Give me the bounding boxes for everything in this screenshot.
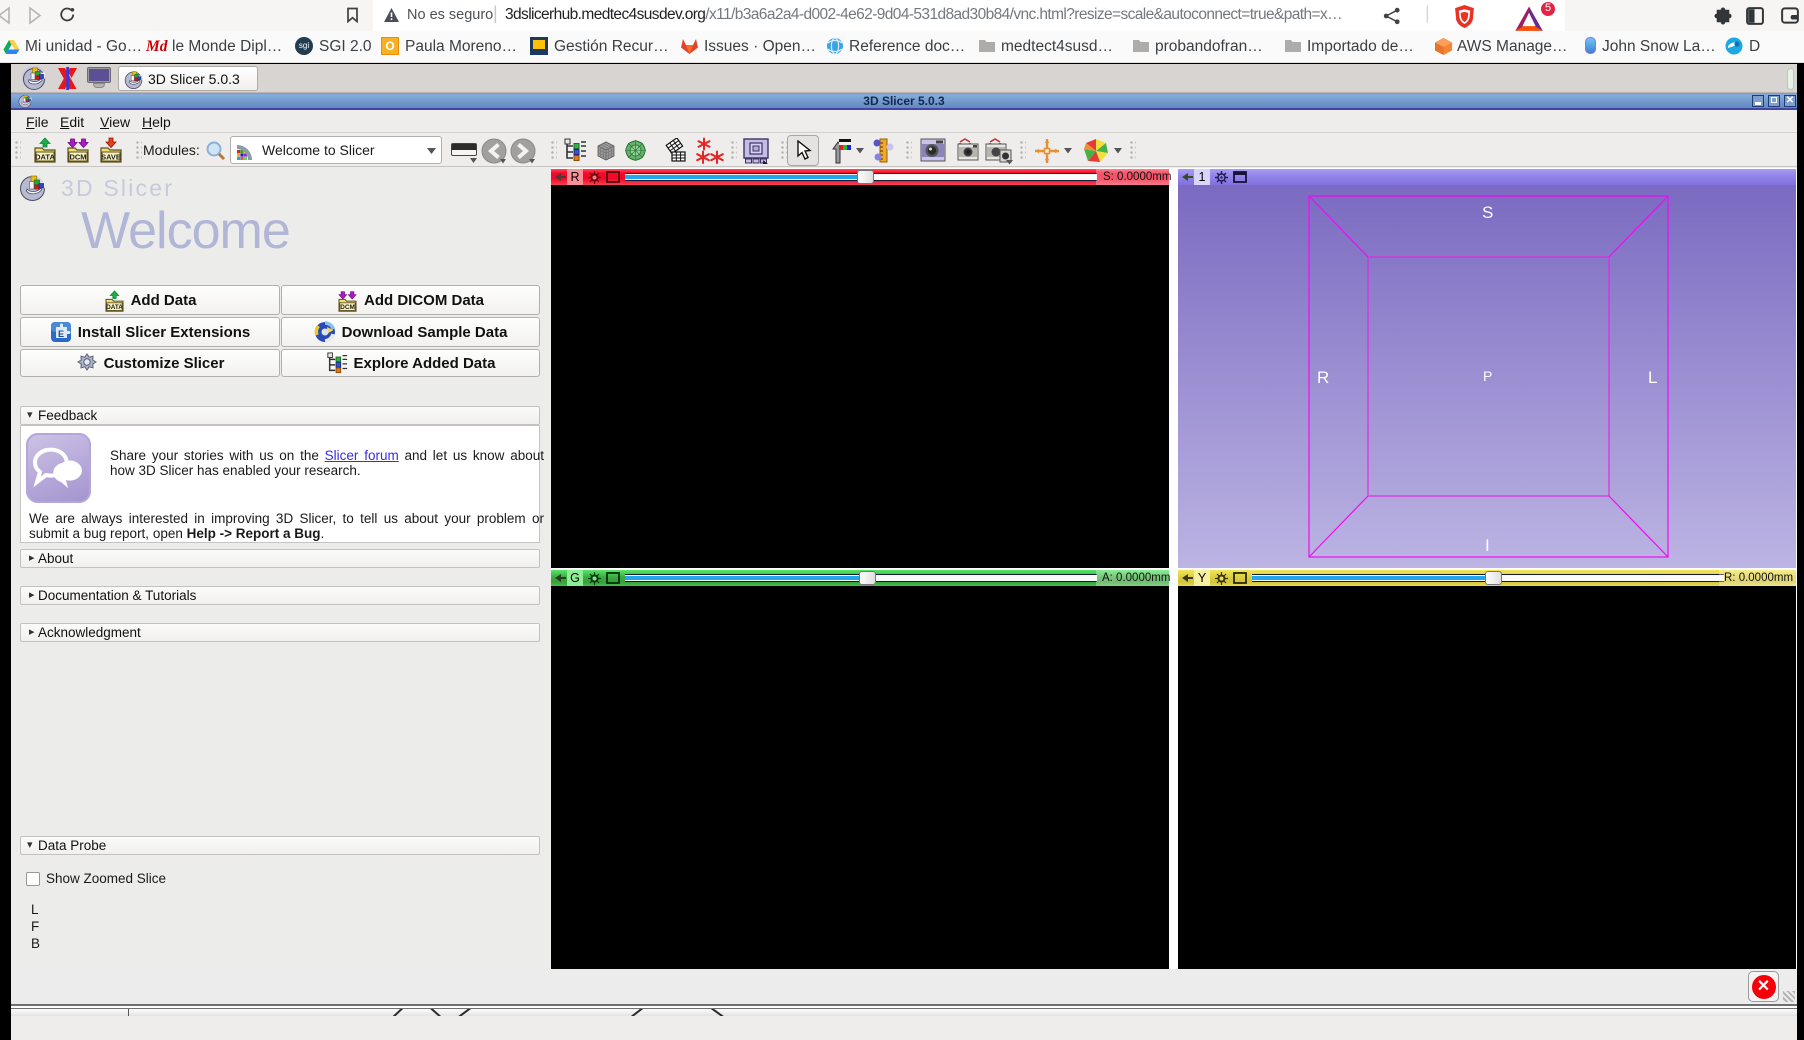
svg-text:E: E [58,329,64,339]
svg-text:S: S [1482,203,1493,222]
svg-text:P: P [1483,368,1492,384]
svg-text:R: R [1317,368,1329,387]
svg-text:DATA: DATA [106,304,123,311]
svg-text:DCM: DCM [69,153,86,162]
svg-text:L: L [1648,368,1657,387]
svg-text:DCM: DCM [340,304,355,311]
svg-text:DATA: DATA [35,153,55,162]
svg-text:I: I [1485,536,1490,555]
svg-text:SAVE: SAVE [101,153,121,162]
